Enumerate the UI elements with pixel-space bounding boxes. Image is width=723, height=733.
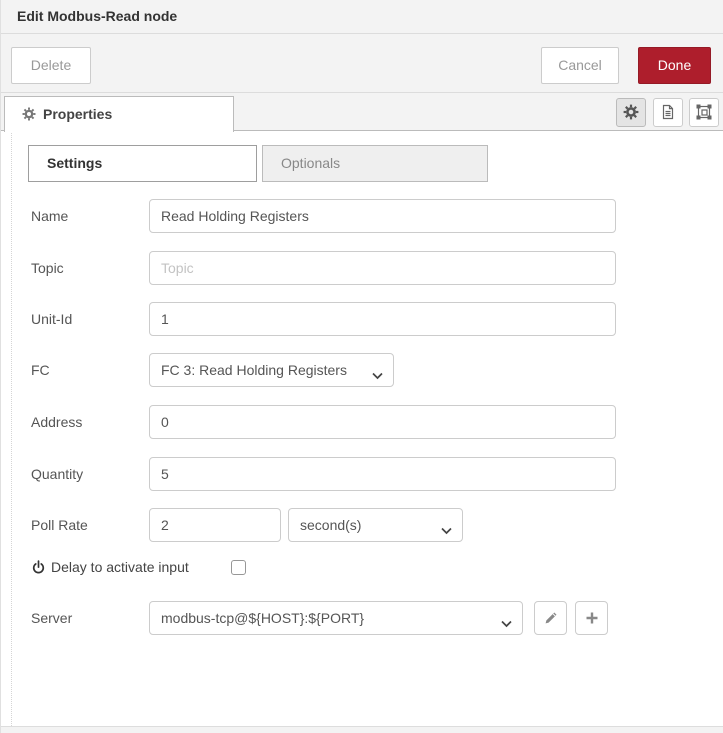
tab-properties[interactable]: Properties — [4, 96, 234, 132]
quantity-input[interactable] — [149, 457, 616, 491]
poll-rate-unit-value: second(s) — [300, 517, 362, 533]
address-label: Address — [31, 414, 83, 430]
topic-label: Topic — [31, 260, 64, 276]
quantity-label: Quantity — [31, 466, 84, 482]
unit-id-input[interactable] — [149, 302, 616, 336]
delay-checkbox[interactable] — [231, 560, 246, 575]
address-input[interactable] — [149, 405, 616, 439]
delay-label: Delay to activate input — [51, 559, 189, 575]
chevron-down-icon — [372, 367, 383, 380]
poll-rate-input[interactable] — [149, 508, 281, 542]
fc-select[interactable]: FC 3: Read Holding Registers — [149, 353, 394, 387]
unit-id-label: Unit-Id — [31, 311, 73, 327]
dialog-title: Edit Modbus-Read node — [17, 8, 178, 24]
cancel-button[interactable]: Cancel — [541, 47, 619, 84]
edit-server-button[interactable] — [534, 601, 567, 635]
fc-selected-value: FC 3: Read Holding Registers — [161, 362, 347, 378]
chevron-down-icon — [441, 522, 452, 535]
tab-settings[interactable]: Settings — [28, 145, 257, 182]
tab-optionals[interactable]: Optionals — [262, 145, 488, 182]
server-selected-value: modbus-tcp@${HOST}:${PORT} — [161, 610, 365, 626]
name-label: Name — [31, 208, 69, 224]
description-icon-button[interactable] — [653, 98, 683, 127]
delete-button[interactable]: Delete — [11, 47, 91, 84]
edit-node-dialog: Edit Modbus-Read node Delete Cancel Done… — [0, 0, 723, 733]
server-select[interactable]: modbus-tcp@${HOST}:${PORT} — [149, 601, 523, 635]
server-label: Server — [31, 610, 73, 626]
gear-icon — [22, 107, 36, 121]
dialog-bottom-strip — [1, 726, 723, 733]
tab-properties-label: Properties — [43, 106, 113, 122]
name-input[interactable] — [149, 199, 616, 233]
dialog-header: Edit Modbus-Read node — [1, 0, 723, 34]
dialog-toolbar: Delete Cancel Done — [1, 34, 723, 93]
topic-input[interactable] — [149, 251, 616, 285]
poll-rate-unit-select[interactable]: second(s) — [288, 508, 463, 542]
power-icon — [31, 560, 46, 575]
add-server-button[interactable] — [575, 601, 608, 635]
appearance-icon-button[interactable] — [689, 98, 719, 127]
done-button[interactable]: Done — [638, 47, 711, 84]
chevron-down-icon — [501, 615, 512, 628]
fc-label: FC — [31, 362, 50, 378]
properties-icon-button[interactable] — [616, 98, 646, 127]
poll-rate-label: Poll Rate — [31, 517, 88, 533]
